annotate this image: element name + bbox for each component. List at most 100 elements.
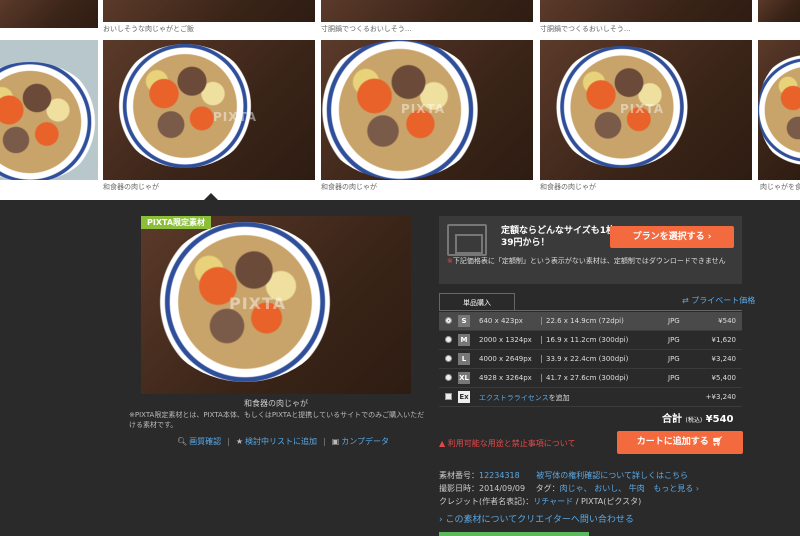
image-icon: ▣ bbox=[331, 437, 340, 446]
extra-license-suffix: を追加 bbox=[548, 394, 570, 402]
size-radio[interactable] bbox=[445, 374, 452, 381]
thumb-caption: 和食器の肉じゃが bbox=[540, 183, 596, 191]
usage-warning-link[interactable]: ▲ 利用可能な用途と禁止事項について bbox=[439, 438, 575, 449]
gallery-thumb[interactable] bbox=[0, 40, 98, 180]
size-format: JPG bbox=[668, 336, 680, 344]
size-pixels: 2000 x 1324px bbox=[479, 336, 532, 344]
watermark: PIXTA bbox=[401, 102, 446, 116]
watermark: PIXTA bbox=[620, 102, 665, 116]
thumb-caption: おいしそうな肉じゃがとご飯 bbox=[103, 25, 194, 33]
size-pixels: 4928 x 3264px bbox=[479, 374, 532, 382]
images-icon bbox=[447, 224, 487, 256]
more-tags-link[interactable]: もっと見る bbox=[653, 484, 693, 493]
rights-link[interactable]: 被写体の権利確認について詳しくはこちら bbox=[536, 471, 688, 480]
separator: | bbox=[323, 437, 326, 446]
add-favorite-label: 検討中リストに追加 bbox=[245, 437, 318, 446]
size-pixels: 640 x 423px bbox=[479, 317, 523, 325]
add-to-cart-label: カートに追加する bbox=[636, 437, 709, 447]
size-radio[interactable] bbox=[445, 317, 452, 324]
preview-caption: 和食器の肉じゃが bbox=[244, 399, 308, 408]
promo-note-text: 下記価格表に「定額制」という表示がない素材は、定額制ではダウンロードできません bbox=[452, 257, 726, 265]
size-print: 33.9 x 22.4cm (300dpi) bbox=[541, 355, 628, 363]
size-price: ¥1,620 bbox=[711, 336, 737, 344]
size-format: JPG bbox=[668, 374, 680, 382]
extra-license-link[interactable]: エクストラライセンス bbox=[479, 394, 549, 402]
select-plan-label: プランを選択する bbox=[632, 232, 705, 242]
contact-creator-link[interactable]: › この素材についてクリエイターへ問い合わせる bbox=[439, 512, 634, 525]
swap-icon: ⇄ bbox=[682, 296, 689, 305]
main-preview-image[interactable]: PIXTA bbox=[141, 216, 411, 394]
cart-icon: 🛒︎ bbox=[711, 437, 724, 447]
gallery-thumb-selected[interactable]: PIXTA bbox=[103, 40, 315, 180]
size-print: 41.7 x 27.6cm (300dpi) bbox=[541, 374, 628, 382]
gallery-thumb[interactable] bbox=[321, 0, 533, 22]
credit-suffix: / PIXTA(ピクスタ) bbox=[573, 497, 642, 506]
size-row-xl[interactable]: XL 4928 x 3264px 41.7 x 27.6cm (300dpi) … bbox=[439, 369, 742, 388]
pixta-exclusive-badge: PIXTA限定素材 bbox=[141, 216, 212, 229]
tag-links[interactable]: 肉じゃ、 おいし、 牛肉 bbox=[560, 484, 645, 493]
shot-date: 2014/09/09 bbox=[479, 484, 526, 493]
chevron-right-icon: › bbox=[439, 515, 443, 525]
total-amount: ¥540 bbox=[705, 414, 734, 425]
size-format: JPG bbox=[668, 355, 680, 363]
gallery-thumb[interactable]: PIXTA bbox=[321, 40, 533, 180]
date-label: 撮影日時： bbox=[439, 484, 479, 493]
size-code: S bbox=[458, 315, 470, 327]
size-code: M bbox=[458, 334, 470, 346]
green-action-button[interactable] bbox=[439, 532, 589, 536]
size-row-m[interactable]: M 2000 x 1324px 16.9 x 11.2cm (300dpi) J… bbox=[439, 331, 742, 350]
size-radio[interactable] bbox=[445, 336, 452, 343]
thumb-caption: 寸胴鍋でつくるおいしそう... bbox=[321, 25, 412, 33]
zoom-link-label: 画質確認 bbox=[189, 437, 222, 446]
chevron-right-icon: › bbox=[693, 484, 700, 493]
material-id[interactable]: 12234318 bbox=[479, 471, 520, 480]
add-favorite-link[interactable]: ★ 検討中リストに追加 bbox=[236, 436, 317, 447]
warning-icon: ▲ bbox=[439, 439, 446, 448]
size-row-l[interactable]: L 4000 x 2649px 33.9 x 22.4cm (300dpi) J… bbox=[439, 350, 742, 369]
thumb-caption: 和食器の肉じゃが bbox=[321, 183, 377, 191]
thumb-caption: 和食器の肉じゃが bbox=[103, 183, 159, 191]
chevron-right-icon: › bbox=[707, 232, 712, 242]
extra-license-text: エクストラライセンスを追加 bbox=[479, 393, 570, 403]
food-image bbox=[115, 44, 255, 168]
comp-data-label: カンプデータ bbox=[341, 437, 390, 446]
zoom-link[interactable]: 🔍︎ 画質確認 bbox=[177, 436, 221, 447]
id-label: 素材番号： bbox=[439, 471, 479, 480]
tab-single-purchase[interactable]: 単品購入 bbox=[439, 293, 515, 311]
watermark: PIXTA bbox=[229, 294, 287, 313]
thumb-caption: 肉じゃがを食べる bbox=[760, 183, 800, 191]
gallery-thumb[interactable]: PIXTA bbox=[540, 40, 752, 180]
separator: | bbox=[227, 437, 230, 446]
tags-label: タグ： bbox=[535, 484, 560, 493]
selection-indicator bbox=[204, 193, 218, 200]
tax-note: (税込) bbox=[685, 417, 703, 424]
size-print: 16.9 x 11.2cm (300dpi) bbox=[541, 336, 628, 344]
gallery-thumb[interactable] bbox=[758, 40, 800, 180]
promo-title: 定額ならどんなサイズも1枚39円から！ bbox=[501, 226, 615, 248]
gallery-thumb[interactable] bbox=[758, 0, 800, 22]
extra-license-row[interactable]: Ex エクストラライセンスを追加 +¥3,240 bbox=[439, 388, 742, 407]
total-price: 合計 (税込) ¥540 bbox=[662, 410, 734, 425]
date-tags-row: 撮影日時：2014/09/09 タグ：肉じゃ、 おいし、 牛肉 もっと見る › bbox=[439, 483, 699, 494]
private-price-label: プライベート価格 bbox=[691, 296, 756, 305]
select-plan-button[interactable]: プランを選択する › bbox=[610, 226, 734, 248]
gallery-thumb[interactable] bbox=[540, 0, 752, 22]
creator-link[interactable]: リチャード bbox=[533, 497, 573, 506]
size-price: ¥3,240 bbox=[711, 355, 737, 363]
add-to-cart-button[interactable]: カートに追加する 🛒︎ bbox=[617, 431, 743, 454]
size-format: JPG bbox=[668, 317, 680, 325]
gallery-thumb[interactable] bbox=[0, 0, 98, 28]
size-price: ¥5,400 bbox=[711, 374, 737, 382]
comp-data-link[interactable]: ▣ カンプデータ bbox=[332, 436, 389, 447]
size-radio[interactable] bbox=[445, 355, 452, 362]
size-row-s[interactable]: S 640 x 423px 22.6 x 14.9cm (72dpi) JPG … bbox=[439, 312, 742, 331]
tab-divider bbox=[439, 310, 742, 311]
size-pixels: 4000 x 2649px bbox=[479, 355, 532, 363]
size-price-table: S 640 x 423px 22.6 x 14.9cm (72dpi) JPG … bbox=[439, 312, 742, 407]
thumb-caption: 寸胴鍋でつくるおいしそう... bbox=[540, 25, 631, 33]
private-price-link[interactable]: ⇄ プライベート価格 bbox=[682, 295, 755, 306]
gallery-thumb[interactable] bbox=[103, 0, 315, 22]
exclusive-note: ※PIXTA限定素材とは、PIXTA本体、もしくはPIXTAと提携しているサイト… bbox=[129, 411, 425, 429]
extra-license-checkbox[interactable] bbox=[445, 393, 452, 400]
food-image bbox=[758, 50, 800, 170]
